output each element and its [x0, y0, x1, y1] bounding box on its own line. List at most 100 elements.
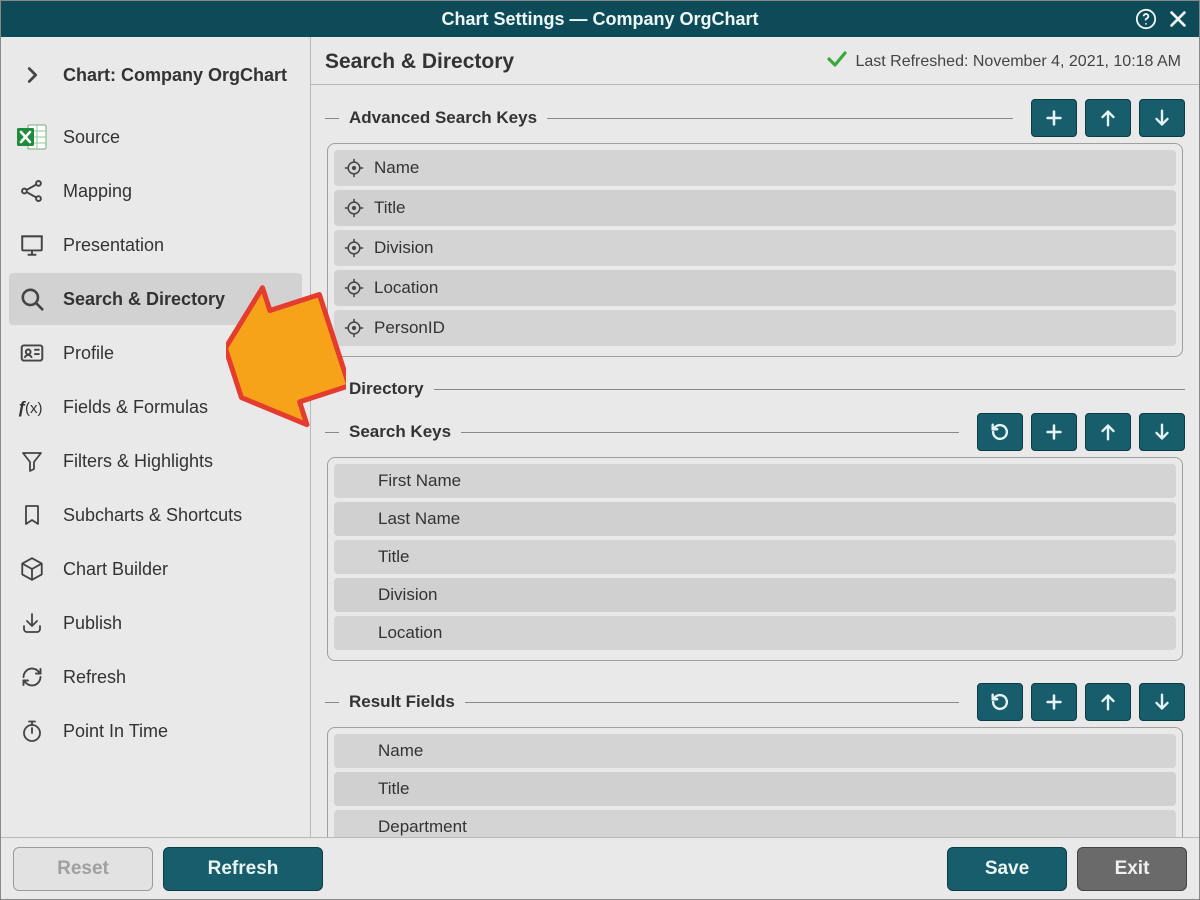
- list-item[interactable]: Division: [334, 578, 1176, 612]
- excel-icon: [15, 120, 49, 154]
- svg-text:(x): (x): [25, 400, 43, 417]
- sidebar-item-label: Filters & Highlights: [63, 451, 213, 472]
- help-icon[interactable]: [1135, 8, 1157, 30]
- result-fields-list: Name Title Department: [327, 727, 1183, 837]
- button-label: Exit: [1115, 858, 1150, 880]
- refresh-button[interactable]: Refresh: [163, 847, 323, 891]
- sidebar-item-fields-formulas[interactable]: ƒ(x) Fields & Formulas: [9, 381, 302, 433]
- list-item[interactable]: Title: [334, 772, 1176, 806]
- sidebar-item-publish[interactable]: Publish: [9, 597, 302, 649]
- sidebar-item-profile[interactable]: Profile: [9, 327, 302, 379]
- button-label: Refresh: [208, 858, 279, 880]
- item-label: Title: [378, 779, 410, 799]
- target-icon: [342, 236, 366, 260]
- list-item[interactable]: PersonID: [334, 310, 1176, 346]
- main-area: Search & Directory Last Refreshed: Novem…: [311, 37, 1199, 837]
- target-icon: [342, 316, 366, 340]
- exit-button[interactable]: Exit: [1077, 847, 1187, 891]
- section-buttons: [1031, 99, 1185, 137]
- list-item[interactable]: Department: [334, 810, 1176, 837]
- sidebar-item-filters[interactable]: Filters & Highlights: [9, 435, 302, 487]
- check-icon: [825, 47, 849, 76]
- item-label: Title: [378, 547, 410, 567]
- list-item[interactable]: Name: [334, 150, 1176, 186]
- sidebar-item-label: Publish: [63, 613, 122, 634]
- reset-button[interactable]: Reset: [13, 847, 153, 891]
- section-label: Search Keys: [349, 422, 451, 442]
- sidebar-item-search-directory[interactable]: Search & Directory: [9, 273, 302, 325]
- divider-icon: [465, 702, 959, 703]
- list-item[interactable]: Location: [334, 616, 1176, 650]
- section-label: Advanced Search Keys: [349, 108, 537, 128]
- titlebar-actions: [1135, 8, 1189, 30]
- move-down-button[interactable]: [1139, 413, 1185, 451]
- divider-icon: [325, 118, 339, 119]
- cube-icon: [15, 552, 49, 586]
- list-item[interactable]: Title: [334, 190, 1176, 226]
- idcard-icon: [15, 336, 49, 370]
- download-icon: [15, 606, 49, 640]
- move-down-button[interactable]: [1139, 99, 1185, 137]
- sidebar-item-label: Point In Time: [63, 721, 168, 742]
- target-icon: [342, 156, 366, 180]
- main-scroll[interactable]: Advanced Search Keys Name T: [311, 85, 1199, 837]
- save-button[interactable]: Save: [947, 847, 1067, 891]
- add-button[interactable]: [1031, 413, 1077, 451]
- search-icon: [15, 282, 49, 316]
- list-item[interactable]: Title: [334, 540, 1176, 574]
- list-item[interactable]: First Name: [334, 464, 1176, 498]
- sidebar-item-label: Presentation: [63, 235, 164, 256]
- list-item[interactable]: Name: [334, 734, 1176, 768]
- section-buttons: [977, 683, 1185, 721]
- sidebar-item-label: Chart Builder: [63, 559, 168, 580]
- move-up-button[interactable]: [1085, 413, 1131, 451]
- page-title: Search & Directory: [325, 50, 514, 74]
- search-keys-list: First Name Last Name Title Division Loca…: [327, 457, 1183, 661]
- refresh-icon: [15, 660, 49, 694]
- move-down-button[interactable]: [1139, 683, 1185, 721]
- bookmark-icon: [15, 498, 49, 532]
- sidebar-item-label: Source: [63, 127, 120, 148]
- list-item[interactable]: Location: [334, 270, 1176, 306]
- sidebar-item-refresh[interactable]: Refresh: [9, 651, 302, 703]
- sidebar-item-presentation[interactable]: Presentation: [9, 219, 302, 271]
- target-icon: [342, 196, 366, 220]
- divider-icon: [434, 389, 1185, 390]
- add-button[interactable]: [1031, 683, 1077, 721]
- window-title: Chart Settings — Company OrgChart: [441, 9, 758, 30]
- target-icon: [342, 276, 366, 300]
- item-label: Location: [378, 623, 442, 643]
- list-item[interactable]: Last Name: [334, 502, 1176, 536]
- status-text: Last Refreshed: November 4, 2021, 10:18 …: [855, 53, 1181, 71]
- section-directory: Directory: [325, 379, 1185, 399]
- button-label: Reset: [57, 858, 109, 880]
- item-label: Last Name: [378, 509, 460, 529]
- sidebar-item-source[interactable]: Source: [9, 111, 302, 163]
- sidebar-item-label: Profile: [63, 343, 114, 364]
- sidebar-item-point-in-time[interactable]: Point In Time: [9, 705, 302, 757]
- section-search-keys: Search Keys: [325, 413, 1185, 451]
- move-up-button[interactable]: [1085, 683, 1131, 721]
- move-up-button[interactable]: [1085, 99, 1131, 137]
- reset-section-button[interactable]: [977, 413, 1023, 451]
- funnel-icon: [15, 444, 49, 478]
- reset-section-button[interactable]: [977, 683, 1023, 721]
- divider-icon: [325, 702, 339, 703]
- section-advanced-search-keys: Advanced Search Keys: [325, 99, 1185, 137]
- sidebar-item-mapping[interactable]: Mapping: [9, 165, 302, 217]
- chevron-right-icon: [15, 58, 49, 92]
- add-button[interactable]: [1031, 99, 1077, 137]
- divider-icon: [461, 432, 959, 433]
- item-label: Location: [374, 278, 438, 298]
- list-item[interactable]: Division: [334, 230, 1176, 266]
- stopwatch-icon: [15, 714, 49, 748]
- item-label: Division: [374, 238, 434, 258]
- item-label: Name: [374, 158, 419, 178]
- close-icon[interactable]: [1167, 8, 1189, 30]
- section-label: Result Fields: [349, 692, 455, 712]
- sidebar-item-chart-builder[interactable]: Chart Builder: [9, 543, 302, 595]
- section-result-fields: Result Fields: [325, 683, 1185, 721]
- sidebar-item-chart-root[interactable]: Chart: Company OrgChart: [9, 49, 302, 101]
- sidebar-item-subcharts[interactable]: Subcharts & Shortcuts: [9, 489, 302, 541]
- section-buttons: [977, 413, 1185, 451]
